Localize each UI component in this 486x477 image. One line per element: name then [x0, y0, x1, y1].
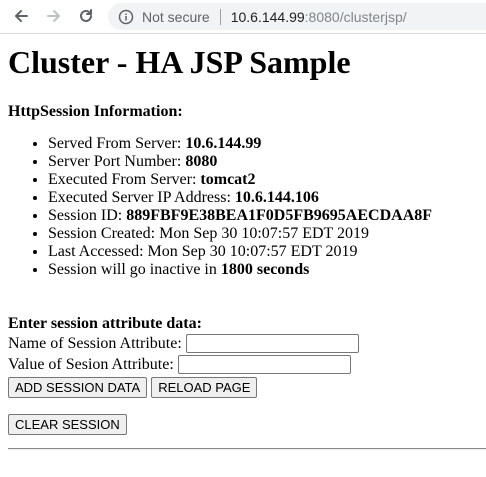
info-value: 889FBF9E38BEA1F0D5FB9695AECDAA8F	[126, 207, 433, 224]
info-label: Session will go inactive in	[48, 261, 221, 278]
forward-button[interactable]	[42, 4, 66, 28]
session-info-list: Served From Server: 10.6.144.99 Server P…	[8, 135, 486, 279]
page-divider	[8, 448, 486, 450]
info-label: Server Port Number:	[48, 153, 186, 170]
url-host: 10.6.144.99	[230, 8, 305, 25]
clear-row: CLEAR SESSION	[8, 414, 486, 435]
info-value: 1800 seconds	[220, 261, 310, 278]
info-label: Executed From Server:	[48, 171, 201, 188]
page-content: Cluster - HA JSP Sample HttpSession Info…	[8, 33, 486, 435]
clear-session-button[interactable]: CLEAR SESSION	[8, 414, 127, 435]
reload-icon	[80, 9, 92, 22]
value-row: Value of Sesion Attribute:	[8, 354, 486, 375]
back-button[interactable]	[9, 4, 33, 28]
info-label: Executed Server IP Address:	[48, 189, 235, 206]
value-label: Value of Sesion Attribute:	[8, 356, 174, 373]
browser-toolbar: Not secure 10.6.144.99:8080/clusterjsp/	[0, 0, 486, 34]
info-label: Served From Server:	[48, 135, 186, 152]
add-session-data-button[interactable]: ADD SESSION DATA	[8, 377, 148, 398]
name-label: Name of Session Attribute:	[8, 335, 182, 352]
info-label: Last Accessed: Mon Sep 30 10:07:57 EDT 2…	[48, 243, 358, 260]
reload-button[interactable]	[74, 4, 98, 28]
attribute-value-input[interactable]	[177, 355, 351, 374]
security-label[interactable]: Not secure	[142, 9, 210, 25]
arrow-right-icon	[47, 10, 60, 22]
info-label: Session Created: Mon Sep 30 10:07:57 EDT…	[48, 225, 370, 242]
separator	[219, 8, 221, 25]
form-heading: Enter session attribute data:	[8, 315, 202, 332]
info-session-created: Session Created: Mon Sep 30 10:07:57 EDT…	[48, 225, 486, 243]
page-title: Cluster - HA JSP Sample	[8, 44, 351, 80]
info-value: 8080	[185, 153, 218, 170]
url-path: :8080/clusterjsp/	[304, 8, 407, 25]
name-row: Name of Session Attribute:	[8, 333, 486, 354]
address-bar[interactable]: Not secure 10.6.144.99:8080/clusterjsp/	[108, 3, 486, 30]
info-value: 10.6.144.106	[234, 189, 319, 206]
info-executed-from: Executed From Server: tomcat2	[48, 171, 486, 189]
info-value: 10.6.144.99	[185, 135, 262, 152]
info-last-accessed: Last Accessed: Mon Sep 30 10:07:57 EDT 2…	[48, 243, 486, 261]
info-executed-ip: Executed Server IP Address: 10.6.144.106	[48, 189, 486, 207]
button-row: ADD SESSION DATA RELOAD PAGE	[8, 377, 486, 398]
url-text[interactable]: 10.6.144.99:8080/clusterjsp/	[231, 9, 407, 25]
info-served-from: Served From Server: 10.6.144.99	[48, 135, 486, 153]
info-port: Server Port Number: 8080	[48, 153, 486, 171]
session-info-heading: HttpSession Information:	[8, 103, 183, 120]
arrow-left-icon	[15, 10, 28, 22]
info-inactive: Session will go inactive in 1800 seconds	[48, 261, 486, 279]
info-value: tomcat2	[200, 171, 256, 188]
reload-page-button[interactable]: RELOAD PAGE	[151, 377, 258, 398]
attribute-name-input[interactable]	[185, 334, 359, 353]
info-session-id: Session ID: 889FBF9E38BEA1F0D5FB9695AECD…	[48, 207, 486, 225]
info-icon[interactable]	[118, 9, 134, 25]
session-attribute-form: Enter session attribute data: Name of Se…	[8, 314, 486, 435]
info-label: Session ID:	[48, 207, 127, 224]
